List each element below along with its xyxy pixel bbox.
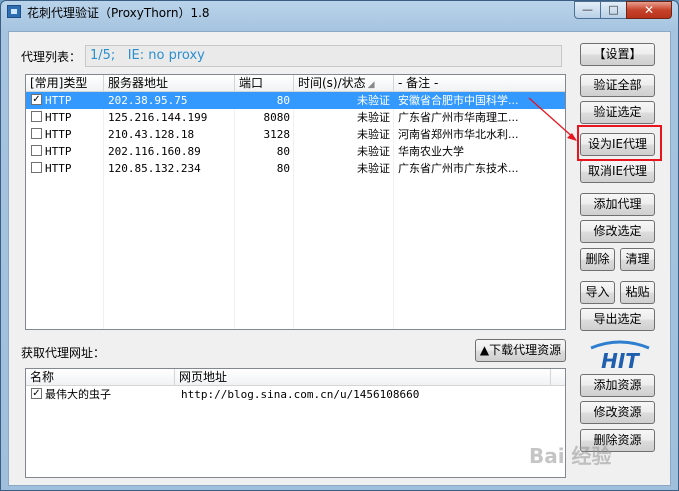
source-url: http://blog.sina.com.cn/u/1456108660 [181,388,420,401]
watermark: Bai 经验 [529,440,678,490]
app-window: 花刺代理验证（ProxyThorn）1.8 — □ ✕ 代理列表： 1/5; I… [0,0,679,491]
edit-source-button[interactable]: 修改资源 [580,401,655,424]
sources-label: 获取代理网址： [21,346,106,360]
source-row[interactable]: ✓ 最伟大的虫子 http://blog.sina.com.cn/u/14561… [26,386,565,403]
title-bar[interactable]: 花刺代理验证（ProxyThorn）1.8 — □ ✕ [1,1,678,23]
sources-list[interactable]: 名称 网页地址 ✓ 最伟大的虫子 http://blog.sina.com.cn… [25,368,566,478]
app-icon [7,5,21,18]
window-title: 花刺代理验证（ProxyThorn）1.8 [27,6,210,20]
checkbox-checked-icon[interactable]: ✓ [31,388,42,399]
maximize-button[interactable]: □ [600,1,627,19]
client-area: 代理列表： 1/5; IE: no proxy [常用]类型 服务器地址 端口 … [8,31,671,486]
add-source-button[interactable]: 添加资源 [580,374,655,397]
minimize-button[interactable]: — [574,1,601,19]
col-name-header[interactable]: 名称 [26,369,175,386]
source-name: 最伟大的虫子 [45,388,111,401]
col-url-header[interactable]: 网页地址 [175,369,551,386]
logo-text: HIT [601,349,640,373]
watermark-text: Bai 经验 [529,444,612,468]
col-filler-header [551,369,565,386]
close-button[interactable]: ✕ [626,1,672,19]
download-sources-button[interactable]: ▲下载代理资源 [475,339,566,362]
hit-logo-icon: HIT [590,340,650,373]
